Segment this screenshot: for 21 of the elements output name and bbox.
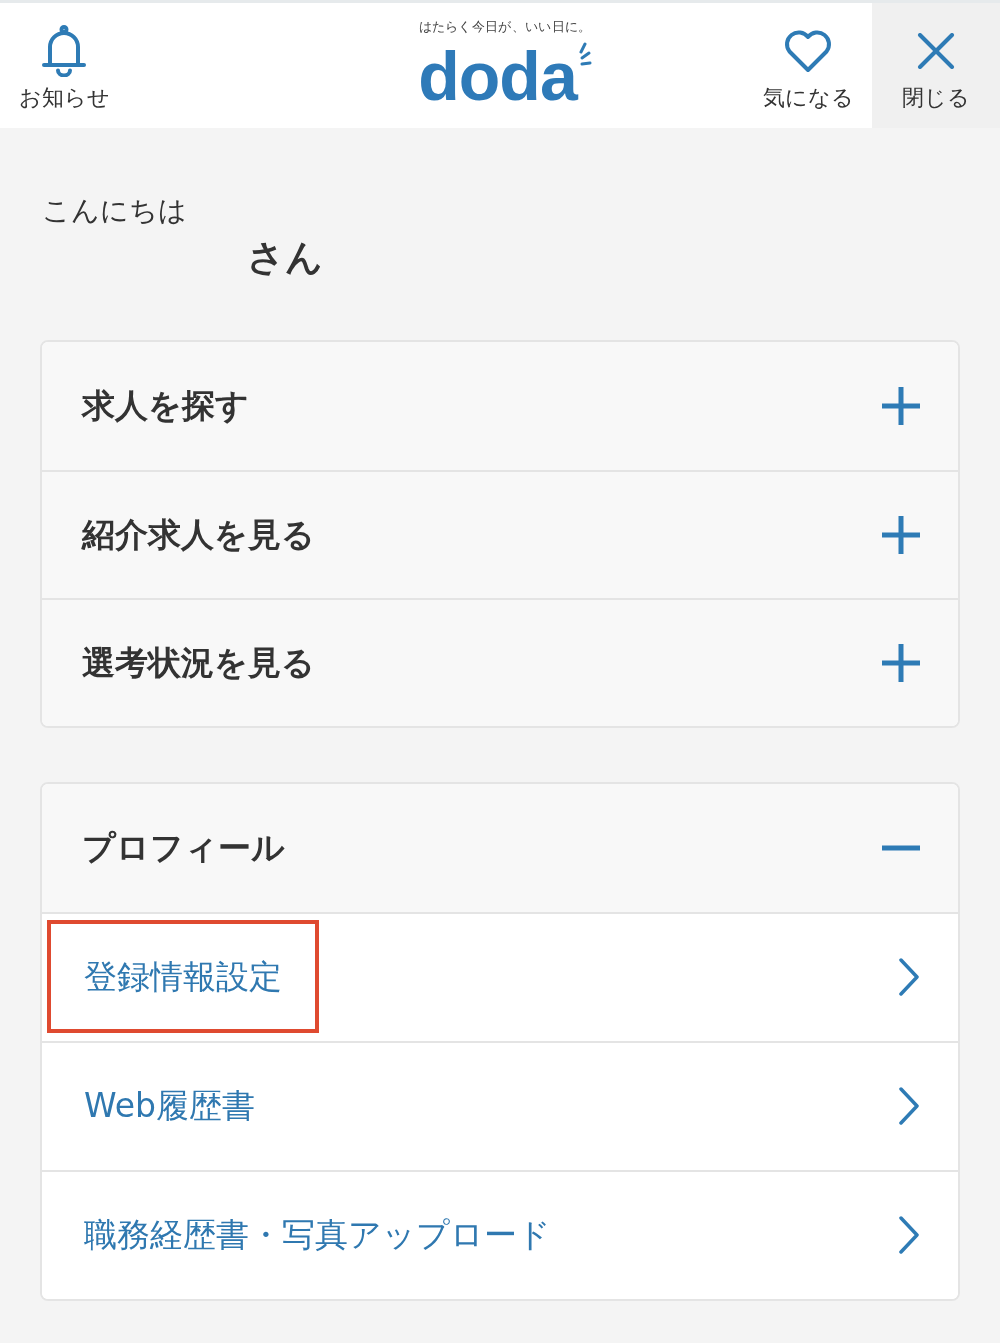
- menu-link[interactable]: 職務経歴書・写真アップロード: [47, 1178, 588, 1291]
- menu-link[interactable]: 登録情報設定: [47, 920, 319, 1033]
- accordion-header[interactable]: 選考状況を見る: [42, 598, 958, 726]
- logo-tagline: はたらく今日が、いい日に。: [418, 21, 592, 34]
- user-name-suffix: さん: [247, 235, 323, 280]
- favorite-button[interactable]: 気になる: [744, 3, 872, 128]
- chevron-right-icon: [898, 1087, 920, 1126]
- bell-icon: [41, 25, 87, 77]
- sparkle-icon: [577, 41, 592, 68]
- greeting-text: こんにちは: [42, 194, 187, 228]
- chevron-right-icon: [898, 1216, 920, 1255]
- close-button[interactable]: 閉じる: [872, 3, 1000, 128]
- accordion-header[interactable]: 求人を探す: [42, 342, 958, 470]
- accordion-header[interactable]: プロフィール: [42, 784, 958, 912]
- heart-icon: [782, 28, 834, 74]
- accordion-header[interactable]: 紹介求人を見る: [42, 470, 958, 598]
- menu-link[interactable]: Web履歴書: [47, 1049, 292, 1162]
- notice-button[interactable]: お知らせ: [0, 3, 128, 128]
- chevron-right-icon: [898, 958, 920, 997]
- close-icon: [917, 33, 955, 69]
- logo-wordmark: doda: [418, 41, 577, 110]
